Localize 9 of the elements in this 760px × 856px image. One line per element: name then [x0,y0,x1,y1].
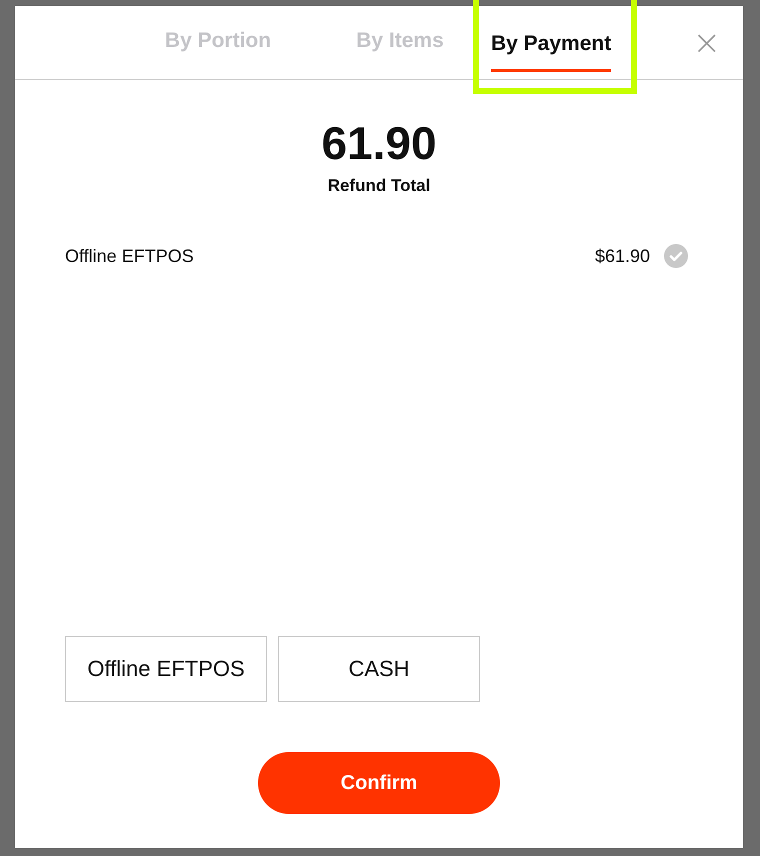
payment-method-button[interactable]: CASH [278,636,480,702]
close-button[interactable]: × [692,26,721,60]
payment-method-button[interactable]: Offline EFTPOS [65,636,267,702]
refund-amount: 61.90 [321,120,437,166]
confirm-button[interactable]: Confirm [258,752,500,814]
payment-method: Offline EFTPOS [65,246,195,266]
payment-amount: $61.90 [594,246,650,266]
tab[interactable]: By Payment [491,20,612,72]
refund-total-label: Refund Total [328,176,430,196]
